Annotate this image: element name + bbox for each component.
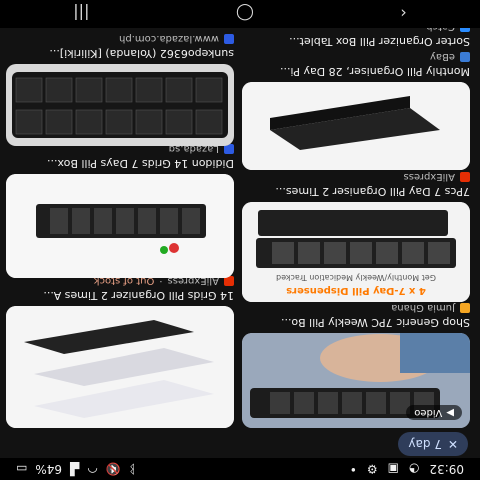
messenger-icon: ◔ (408, 462, 420, 476)
filter-chips: ✕ 7 day (398, 430, 468, 456)
image-results-grid: ▶ Video Shop Generic 7PC Weekly Pill Bo.… (0, 4, 480, 428)
result-thumbnail[interactable] (6, 64, 234, 146)
result-caption: Sorter Organizer Pill Box Tablet... (289, 35, 470, 48)
system-nav-bar: ‹ ◯ ||| (0, 0, 480, 28)
close-icon[interactable]: ✕ (448, 437, 458, 451)
result-caption: Shop Generic 7PC Weekly Pill Bo... (281, 316, 470, 329)
result-source: Jumia Ghana (242, 302, 470, 314)
result-source: www.lazada.com.ph (6, 33, 234, 45)
result-card[interactable]: Monthly Pill Organiser, 28 Day Pi... eBa… (242, 51, 470, 170)
result-card[interactable]: Dididon 14 Grids 7 Days Pill Box... Laza… (6, 143, 234, 278)
result-source: eBay (242, 51, 470, 63)
video-badge: ▶ Video (406, 405, 462, 420)
result-card[interactable]: 14 Grids Pill Organizer 2 Times A... Ali… (6, 275, 234, 428)
result-caption: 14 Grids Pill Organizer 2 Times A... (43, 289, 234, 302)
signal-icon: ▟ (70, 462, 80, 476)
more-dots-icon: • (349, 462, 357, 476)
site-favicon-icon (460, 52, 470, 62)
result-source: AliExpress (242, 171, 470, 183)
site-favicon-icon (460, 172, 470, 182)
result-card[interactable]: ▶ Video Shop Generic 7PC Weekly Pill Bo.… (242, 302, 470, 428)
mute-icon: 🔇 (105, 462, 121, 476)
settings-icon: ⚙ (366, 462, 378, 476)
play-icon: ▶ (446, 407, 454, 418)
result-thumbnail[interactable]: ▶ Video (242, 333, 470, 428)
wifi-icon: ◠ (87, 462, 98, 476)
result-thumbnail[interactable] (6, 174, 234, 278)
result-thumbnail[interactable]: 4 x 7-Day Pill Dispensers Get Monthly/We… (242, 202, 470, 302)
result-card[interactable]: 4 x 7-Day Pill Dispensers Get Monthly/We… (242, 171, 470, 302)
clock: 09:32 (429, 462, 464, 476)
result-caption: Monthly Pill Organiser, 28 Day Pi... (280, 65, 470, 78)
status-bar: 09:32 ◔ ▣ ⚙ • ᛒ 🔇 ◠ ▟ 64% ▭ (0, 458, 480, 480)
result-caption: 7Pcs 7 Day Pill Organiser 2 Times... (275, 185, 470, 198)
site-favicon-icon (460, 303, 470, 313)
pill-box-photo (6, 174, 234, 278)
site-favicon-icon (224, 34, 234, 44)
chip-label: 7 day (408, 437, 442, 451)
phone-screen: 09:32 ◔ ▣ ⚙ • ᛒ 🔇 ◠ ▟ 64% ▭ ✕ 7 day ▶ Vi… (0, 0, 480, 480)
pill-box-photo (6, 306, 234, 428)
pill-box-photo (6, 64, 234, 146)
result-caption: sunkepo6362 (Yolanda) [Kiliriki]... (49, 47, 234, 60)
image-overlay-subtitle: Get Monthly/Weekly Medication Tracked (276, 273, 436, 282)
chip-7-day[interactable]: ✕ 7 day (398, 432, 468, 456)
bluetooth-icon: ᛒ (128, 462, 136, 476)
battery-level: 64% (35, 462, 63, 476)
result-card[interactable]: sunkepo6362 (Yolanda) [Kiliriki]... www.… (6, 33, 234, 146)
pill-box-photo (242, 82, 470, 170)
photo-icon: ▣ (387, 462, 399, 476)
image-overlay-title: 4 x 7-Day Pill Dispensers (286, 285, 426, 296)
result-caption: Dididon 14 Grids 7 Days Pill Box... (47, 157, 234, 170)
result-thumbnail[interactable] (6, 306, 234, 428)
battery-icon: ▭ (16, 462, 28, 476)
recents-icon[interactable]: ||| (73, 5, 89, 24)
back-icon[interactable]: ‹ (400, 5, 406, 24)
result-thumbnail[interactable] (242, 82, 470, 170)
home-icon[interactable]: ◯ (236, 5, 254, 24)
